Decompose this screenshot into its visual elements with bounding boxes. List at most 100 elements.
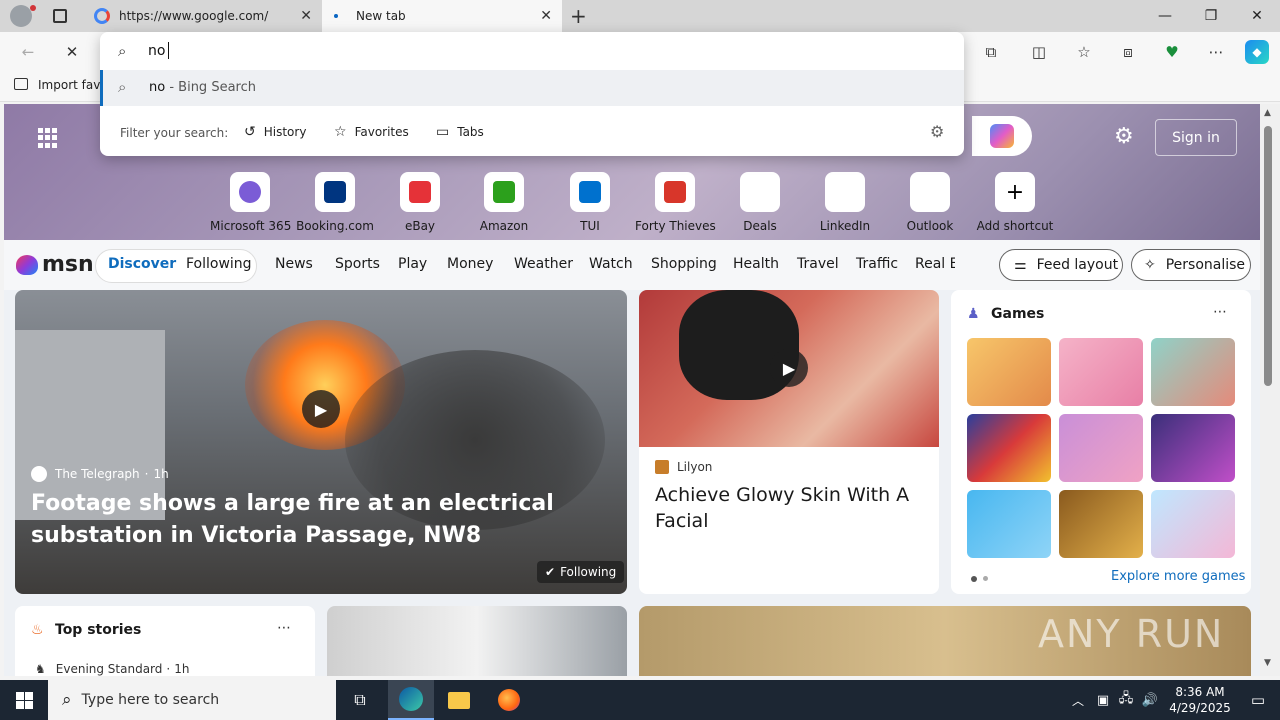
nav-item[interactable]: Sports [335, 256, 380, 272]
msn-logo[interactable]: msn [16, 252, 94, 277]
suggestion-row[interactable]: ⌕ no - Bing Search [100, 70, 964, 106]
nav-item[interactable]: Money [447, 256, 493, 272]
play-icon[interactable]: ▶ [770, 349, 808, 387]
shortcut-tile[interactable]: Outlook [890, 172, 970, 233]
nav-item[interactable]: Traffic [856, 256, 898, 272]
msn-bar: msn Discover Following News Sports Play Mon… [4, 240, 1260, 290]
shortcut-label: eBay [404, 219, 436, 233]
windows-logo-icon [15, 691, 33, 709]
game-tile[interactable] [967, 414, 1051, 482]
filter-favorites[interactable]: ☆ Favorites [334, 124, 409, 140]
firefox-icon[interactable] [486, 680, 532, 720]
sign-in-button[interactable]: Sign in [1155, 119, 1237, 156]
game-tile[interactable] [967, 338, 1051, 406]
restore-icon[interactable]: ❐ [1188, 0, 1234, 32]
settings-gear-icon[interactable]: ⚙ [1114, 124, 1134, 149]
start-button[interactable] [0, 680, 48, 720]
game-tile[interactable] [1151, 338, 1235, 406]
shortcut-label: Amazon [479, 219, 529, 233]
network-icon[interactable]: 🖧 [1116, 680, 1136, 720]
tab-new-tab[interactable]: New tab ✕ [322, 0, 562, 32]
shortcut-tile[interactable]: Microsoft 365 [210, 172, 291, 233]
story-headline[interactable]: Achieve Glowy Skin With A Facial [655, 482, 925, 534]
shortcut-tile[interactable]: Amazon [464, 172, 544, 233]
more-options-icon[interactable]: ⋯ [277, 620, 291, 636]
tab-discover[interactable]: Discover [108, 256, 176, 272]
shortcut-tile[interactable]: TUI [550, 172, 630, 233]
game-tile[interactable] [967, 490, 1051, 558]
game-tile[interactable] [1151, 414, 1235, 482]
main-story-card[interactable]: ▶ The Telegraph · 1h Footage shows a lar… [15, 290, 627, 594]
back-icon[interactable]: ← [16, 40, 40, 64]
collections-icon[interactable]: ⧈ [1116, 40, 1140, 64]
file-explorer-icon[interactable] [436, 680, 482, 720]
address-input[interactable]: no [148, 42, 170, 59]
feed-layout-button[interactable]: ⚌ Feed layout [999, 249, 1123, 281]
gear-icon[interactable]: ⚙ [930, 122, 944, 141]
app-launcher-icon[interactable] [38, 128, 58, 148]
extensions-icon[interactable]: ⧉ [979, 40, 1003, 64]
browser-essentials-icon[interactable]: ♥ [1160, 40, 1184, 64]
copilot-search-button[interactable] [972, 116, 1032, 156]
profile-icon[interactable] [10, 5, 32, 27]
filter-history[interactable]: ↺ History [244, 124, 306, 140]
story-headline[interactable]: Footage shows a large fire at an electri… [31, 488, 621, 552]
side-story-card[interactable]: ▶ Lilyon Achieve Glowy Skin With A Facia… [639, 290, 939, 594]
shortcut-tile[interactable]: + Add shortcut [975, 172, 1055, 233]
minimize-icon[interactable]: — [1142, 0, 1188, 32]
page-dot[interactable] [983, 576, 988, 581]
scroll-down-icon[interactable]: ▼ [1264, 658, 1271, 668]
shortcut-tile[interactable]: eBay [380, 172, 460, 233]
more-menu-icon[interactable]: ⋯ [1204, 40, 1228, 64]
nav-item[interactable]: Shopping [651, 256, 717, 272]
tab-google[interactable]: https://www.google.com/ ✕ [84, 0, 322, 32]
nav-item[interactable]: Watch [589, 256, 633, 272]
shortcut-tile[interactable]: Booking.com [295, 172, 375, 233]
close-icon[interactable]: ✕ [300, 8, 312, 24]
nav-item[interactable]: Weather [514, 256, 573, 272]
new-tab-icon[interactable]: + [570, 4, 587, 28]
shortcut-tile[interactable]: Deals [720, 172, 800, 233]
edge-taskbar-icon[interactable] [388, 680, 434, 720]
copilot-icon[interactable]: ◆ [1245, 40, 1269, 64]
taskbar-search-box[interactable]: ⌕ Type here to search [48, 680, 336, 720]
import-favorites-link[interactable]: Import favo [38, 78, 108, 92]
game-tile[interactable] [1059, 490, 1143, 558]
split-screen-icon[interactable]: ◫ [1027, 40, 1051, 64]
notifications-icon[interactable]: ▭ [1236, 680, 1280, 720]
close-window-icon[interactable]: ✕ [1234, 0, 1280, 32]
tab-title: New tab [356, 9, 406, 23]
close-icon[interactable]: ✕ [540, 8, 552, 24]
tray-app-icon[interactable]: ▣ [1094, 680, 1112, 720]
nav-item[interactable]: News [275, 256, 313, 272]
clock[interactable]: 8:36 AM 4/29/2025 [1164, 680, 1236, 720]
nav-item[interactable]: Travel [797, 256, 839, 272]
tab-actions-icon[interactable] [53, 9, 67, 23]
nav-item[interactable]: Play [398, 256, 427, 272]
explore-more-games-link[interactable]: Explore more games [1111, 569, 1245, 584]
page-scrollbar[interactable]: ▲ ▼ [1260, 104, 1280, 676]
nav-item[interactable]: Health [733, 256, 779, 272]
story-card-image[interactable] [327, 606, 627, 676]
shortcut-tile[interactable]: LinkedIn [805, 172, 885, 233]
more-options-icon[interactable]: ⋯ [1213, 304, 1227, 320]
game-tile[interactable] [1151, 490, 1235, 558]
page-dot-active[interactable] [971, 576, 977, 582]
following-badge[interactable]: ✔ Following [537, 561, 625, 583]
personalise-button[interactable]: ✧ Personalise [1131, 249, 1251, 281]
volume-icon[interactable]: 🔊 [1140, 680, 1160, 720]
stop-loading-icon[interactable]: ✕ [60, 40, 84, 64]
game-tile[interactable] [1059, 338, 1143, 406]
scroll-up-icon[interactable]: ▲ [1264, 108, 1271, 118]
game-tile[interactable] [1059, 414, 1143, 482]
nav-item[interactable]: Real E [915, 256, 955, 272]
favorites-icon[interactable]: ☆ [1072, 40, 1096, 64]
scroll-thumb[interactable] [1264, 126, 1272, 386]
show-hidden-icons-chevron[interactable]: ︿ [1068, 680, 1088, 720]
filter-tabs[interactable]: ▭ Tabs [436, 124, 484, 140]
task-view-icon[interactable]: ⧉ [340, 680, 380, 720]
top-stories-title: Top stories [55, 622, 142, 638]
play-icon[interactable]: ▶ [302, 390, 340, 428]
tab-following[interactable]: Following [186, 256, 252, 272]
shortcut-tile[interactable]: Forty Thieves [635, 172, 716, 233]
